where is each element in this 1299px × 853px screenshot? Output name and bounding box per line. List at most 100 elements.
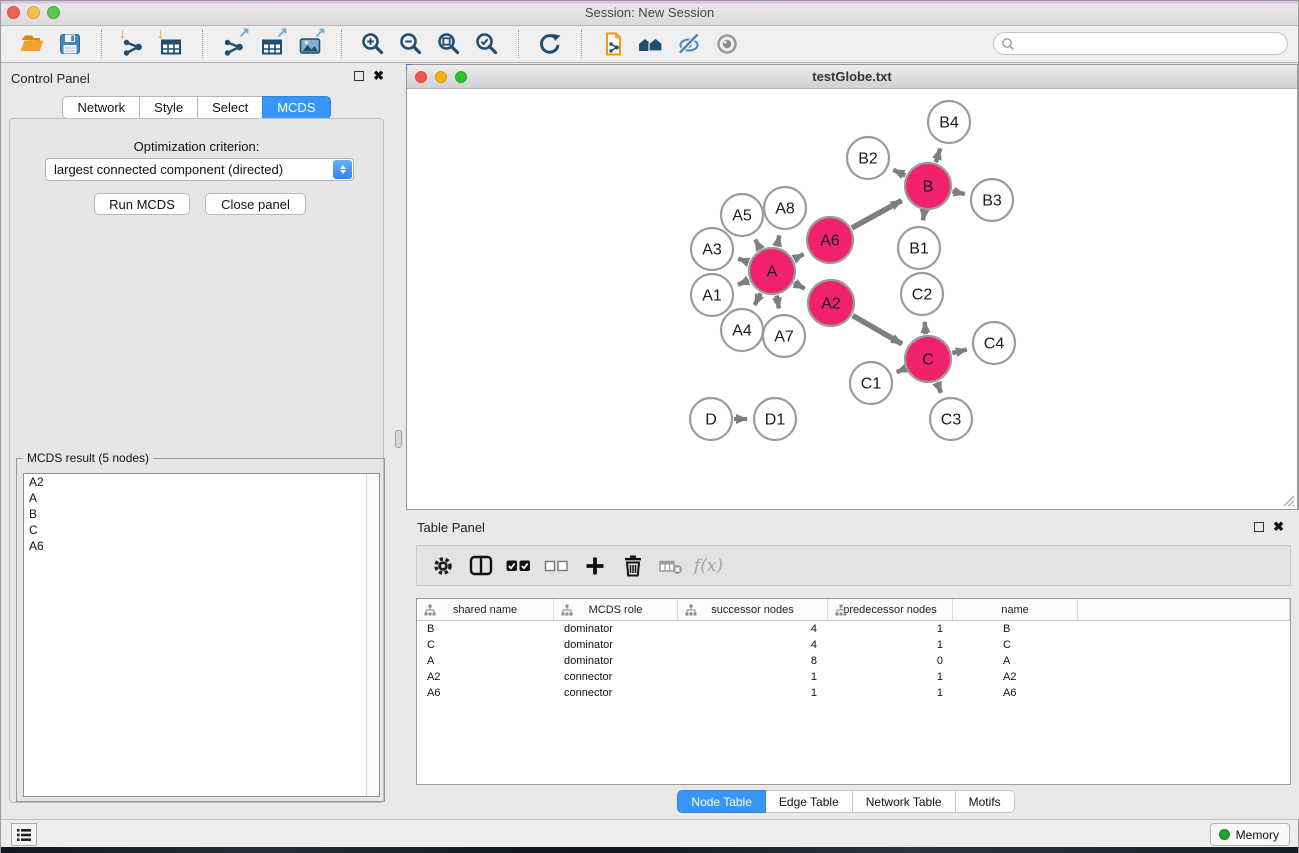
zoom-out-button[interactable] (396, 29, 426, 59)
tab-network-table[interactable]: Network Table (853, 790, 956, 813)
import-network-button[interactable]: ↓ (118, 29, 148, 59)
table-cell[interactable]: 1 (828, 671, 953, 683)
graph-edge-C-C4[interactable] (952, 350, 966, 354)
table-cell[interactable]: 4 (678, 623, 828, 635)
search-field[interactable] (993, 32, 1288, 55)
mcds-result-item[interactable]: A (24, 490, 379, 506)
export-network-button[interactable]: ↗ (219, 29, 249, 59)
float-panel-icon[interactable] (1254, 522, 1264, 532)
tab-node-table[interactable]: Node Table (677, 790, 766, 813)
graph-edge-A-A2[interactable] (794, 283, 805, 289)
tab-select[interactable]: Select (197, 96, 263, 119)
table-cell[interactable]: A (417, 655, 554, 667)
graph-edge-A-A5[interactable] (755, 240, 760, 249)
zoom-in-button[interactable] (358, 29, 388, 59)
table-cell[interactable]: A2 (953, 671, 1078, 683)
table-cell[interactable]: dominator (554, 655, 678, 667)
table-row[interactable]: Cdominator41C (417, 637, 1290, 653)
network-window-titlebar[interactable]: testGlobe.txt (407, 65, 1297, 89)
table-cell[interactable]: connector (554, 687, 678, 699)
table-row[interactable]: Adominator80A (417, 653, 1290, 669)
hide-graphics-details-button[interactable] (674, 29, 704, 59)
table-cell[interactable]: 1 (678, 687, 828, 699)
tab-style[interactable]: Style (139, 96, 198, 119)
zoom-selected-button[interactable] (472, 29, 502, 59)
graph-edge-B-B2[interactable] (893, 170, 905, 176)
save-session-button[interactable] (55, 29, 85, 59)
table-cell[interactable]: A2 (417, 671, 554, 683)
graph-edge-B-B4[interactable] (936, 149, 940, 163)
apply-layout-button[interactable] (535, 29, 565, 59)
tab-motifs[interactable]: Motifs (956, 790, 1015, 813)
graph-edge-C-C3[interactable] (937, 382, 941, 393)
column-header-successor-nodes[interactable]: successor nodes (678, 599, 828, 620)
graph-edge-A-A3[interactable] (738, 259, 748, 263)
graph-edge-A-A6[interactable] (794, 254, 803, 259)
run-mcds-button[interactable]: Run MCDS (94, 193, 190, 215)
table-cell[interactable]: 4 (678, 639, 828, 651)
mcds-result-item[interactable]: A2 (24, 474, 379, 490)
function-builder-button[interactable]: f(x) (695, 552, 722, 579)
mcds-result-item[interactable]: C (24, 522, 379, 538)
table-cell[interactable]: A (953, 655, 1078, 667)
column-header-predecessor-nodes[interactable]: predecessor nodes (828, 599, 953, 620)
table-cell[interactable]: B (953, 623, 1078, 635)
graph-edge-A-A1[interactable] (738, 280, 749, 284)
column-header-mcds-role[interactable]: MCDS role (554, 599, 678, 620)
list-scrollbar[interactable] (366, 474, 379, 796)
table-cell[interactable]: 1 (828, 687, 953, 699)
graph-edge-A2-C[interactable] (853, 315, 902, 344)
mcds-result-item[interactable]: A6 (24, 538, 379, 554)
show-panel-button[interactable] (712, 29, 742, 59)
column-view-button[interactable] (467, 552, 494, 579)
close-panel-icon[interactable]: ✖ (373, 71, 384, 81)
table-cell[interactable]: 0 (828, 655, 953, 667)
graph-edge-B-B1[interactable] (923, 211, 924, 221)
add-column-button[interactable] (581, 552, 608, 579)
table-cell[interactable]: C (953, 639, 1078, 651)
tab-mcds[interactable]: MCDS (262, 96, 330, 119)
table-cell[interactable]: dominator (554, 639, 678, 651)
table-row[interactable]: Bdominator41B (417, 621, 1290, 637)
column-header-name[interactable]: name (953, 599, 1078, 620)
search-input[interactable] (1015, 35, 1287, 53)
task-history-button[interactable] (11, 823, 37, 846)
close-panel-icon[interactable]: ✖ (1273, 522, 1284, 532)
column-header-shared-name[interactable]: shared name (417, 599, 554, 620)
tab-network[interactable]: Network (62, 96, 140, 119)
select-all-button[interactable] (505, 552, 532, 579)
table-cell[interactable]: 8 (678, 655, 828, 667)
table-row[interactable]: A6connector11A6 (417, 685, 1290, 701)
float-panel-icon[interactable] (354, 71, 364, 81)
resize-grip[interactable] (1281, 493, 1295, 507)
tab-edge-table[interactable]: Edge Table (766, 790, 853, 813)
table-cell[interactable]: 1 (678, 671, 828, 683)
graph-edge-C-C1[interactable] (897, 369, 905, 372)
table-row[interactable]: A2connector11A2 (417, 669, 1290, 685)
graph-edge-A-A7[interactable] (777, 296, 779, 309)
table-settings-button[interactable] (429, 552, 456, 579)
graph-edge-A-A8[interactable] (777, 235, 779, 246)
mcds-result-item[interactable]: B (24, 506, 379, 522)
import-table-button[interactable]: ↓ (156, 29, 186, 59)
close-panel-button[interactable]: Close panel (205, 193, 306, 215)
memory-button[interactable]: Memory (1210, 823, 1290, 846)
graph-edge-C-C2[interactable] (925, 322, 926, 334)
vertical-split-handle[interactable] (395, 430, 402, 448)
network-canvas[interactable]: B4B2BB3A5A8A6A3B1AA1C2A2A4A7C4CC1C3DD1 (407, 89, 1297, 509)
table-cell[interactable]: dominator (554, 623, 678, 635)
deselect-all-button[interactable] (543, 552, 570, 579)
open-session-button[interactable] (17, 29, 47, 59)
table-cell[interactable]: connector (554, 671, 678, 683)
table-cell[interactable]: B (417, 623, 554, 635)
graph-edge-A-A4[interactable] (755, 293, 761, 305)
export-table-button[interactable]: ↗ (257, 29, 287, 59)
table-cell[interactable]: 1 (828, 639, 953, 651)
table-cell[interactable]: A6 (417, 687, 554, 699)
table-cell[interactable]: A6 (953, 687, 1078, 699)
delete-table-button[interactable] (657, 552, 684, 579)
zoom-fit-button[interactable] (434, 29, 464, 59)
table-cell[interactable]: C (417, 639, 554, 651)
export-image-button[interactable]: ↗ (295, 29, 325, 59)
graph-edge-A6-B[interactable] (852, 200, 902, 227)
